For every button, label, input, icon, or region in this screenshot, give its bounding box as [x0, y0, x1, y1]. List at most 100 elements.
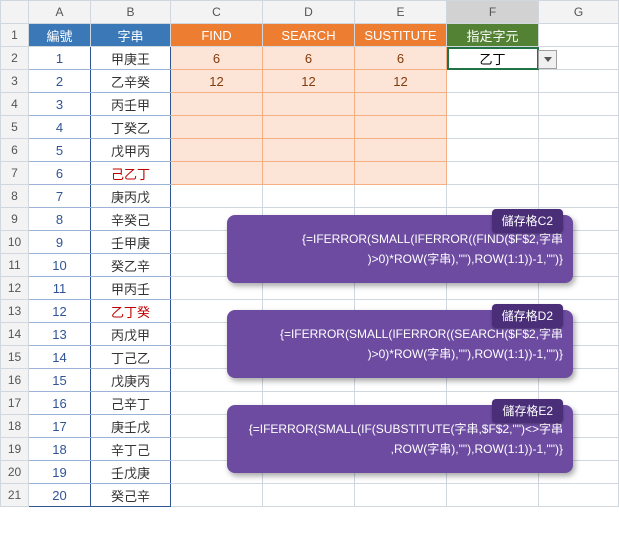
cell-B[interactable]: 甲庚王 — [91, 47, 171, 70]
cell-D[interactable] — [263, 93, 355, 116]
cell-B[interactable]: 辛丁己 — [91, 438, 171, 461]
col-header-D[interactable]: D — [263, 1, 355, 24]
cell-A[interactable]: 3 — [29, 93, 91, 116]
cell-A[interactable]: 20 — [29, 484, 91, 507]
cell-E[interactable] — [355, 484, 447, 507]
cell-B[interactable]: 戊甲丙 — [91, 139, 171, 162]
cell-C[interactable] — [171, 162, 263, 185]
cell-D[interactable]: 6 — [263, 47, 355, 70]
cell-C[interactable] — [171, 116, 263, 139]
cell[interactable] — [539, 116, 619, 139]
cell-C[interactable] — [171, 185, 263, 208]
cell-E[interactable] — [355, 162, 447, 185]
cell-B[interactable]: 丙戊甲 — [91, 323, 171, 346]
cell-D[interactable]: 12 — [263, 70, 355, 93]
cell-A[interactable]: 19 — [29, 461, 91, 484]
row-header[interactable]: 7 — [1, 162, 29, 185]
row-header[interactable]: 15 — [1, 346, 29, 369]
col-header-B[interactable]: B — [91, 1, 171, 24]
row-header[interactable]: 19 — [1, 438, 29, 461]
cell-E[interactable]: 12 — [355, 70, 447, 93]
cell-D[interactable] — [263, 185, 355, 208]
cell-A[interactable]: 16 — [29, 392, 91, 415]
row-header[interactable]: 6 — [1, 139, 29, 162]
row-header[interactable]: 5 — [1, 116, 29, 139]
cell[interactable] — [539, 70, 619, 93]
cell[interactable] — [447, 139, 539, 162]
row-header[interactable]: 14 — [1, 323, 29, 346]
cell-B[interactable]: 丁己乙 — [91, 346, 171, 369]
cell[interactable] — [447, 116, 539, 139]
cell-B[interactable]: 壬甲庚 — [91, 231, 171, 254]
cell-D[interactable] — [263, 139, 355, 162]
header-cell-E[interactable]: SUSTITUTE — [355, 24, 447, 47]
cell[interactable] — [447, 484, 539, 507]
cell[interactable] — [539, 185, 619, 208]
cell-B[interactable]: 乙丁癸 — [91, 300, 171, 323]
row-header[interactable]: 20 — [1, 461, 29, 484]
row-header[interactable]: 4 — [1, 93, 29, 116]
cell-C[interactable]: 6 — [171, 47, 263, 70]
cell-E[interactable]: 6 — [355, 47, 447, 70]
row-header[interactable]: 12 — [1, 277, 29, 300]
cell[interactable] — [447, 70, 539, 93]
row-header[interactable]: 16 — [1, 369, 29, 392]
cell-B[interactable]: 戊庚丙 — [91, 369, 171, 392]
cell[interactable] — [447, 185, 539, 208]
cell-B[interactable]: 癸乙辛 — [91, 254, 171, 277]
cell[interactable] — [539, 484, 619, 507]
col-header-G[interactable]: G — [539, 1, 619, 24]
row-header[interactable]: 10 — [1, 231, 29, 254]
cell-B[interactable]: 甲丙壬 — [91, 277, 171, 300]
cell-D[interactable] — [263, 162, 355, 185]
cell-A[interactable]: 18 — [29, 438, 91, 461]
row-header[interactable]: 13 — [1, 300, 29, 323]
cell[interactable] — [539, 93, 619, 116]
cell-A[interactable]: 14 — [29, 346, 91, 369]
cell[interactable] — [539, 162, 619, 185]
cell-A[interactable]: 8 — [29, 208, 91, 231]
col-header-C[interactable]: C — [171, 1, 263, 24]
cell-C[interactable] — [171, 484, 263, 507]
cell[interactable] — [539, 24, 619, 47]
header-cell-C[interactable]: FIND — [171, 24, 263, 47]
row-header[interactable]: 17 — [1, 392, 29, 415]
cell-C[interactable] — [171, 139, 263, 162]
cell-A[interactable]: 7 — [29, 185, 91, 208]
dropdown-icon[interactable] — [538, 50, 557, 69]
header-cell-B[interactable]: 字串 — [91, 24, 171, 47]
cell-A[interactable]: 5 — [29, 139, 91, 162]
cell-A[interactable]: 11 — [29, 277, 91, 300]
cell-A[interactable]: 4 — [29, 116, 91, 139]
cell-A[interactable]: 2 — [29, 70, 91, 93]
col-header-E[interactable]: E — [355, 1, 447, 24]
cell-F2[interactable]: 乙丁 — [447, 47, 539, 70]
cell-B[interactable]: 庚丙戊 — [91, 185, 171, 208]
cell-E[interactable] — [355, 139, 447, 162]
select-all-corner[interactable] — [1, 1, 29, 24]
cell-B[interactable]: 壬戊庚 — [91, 461, 171, 484]
row-header[interactable]: 2 — [1, 47, 29, 70]
header-cell-F[interactable]: 指定字元 — [447, 24, 539, 47]
row-header[interactable]: 18 — [1, 415, 29, 438]
cell-E[interactable] — [355, 116, 447, 139]
col-header-A[interactable]: A — [29, 1, 91, 24]
cell-C[interactable] — [171, 93, 263, 116]
cell-B[interactable]: 癸己辛 — [91, 484, 171, 507]
cell-A[interactable]: 12 — [29, 300, 91, 323]
row-header[interactable]: 9 — [1, 208, 29, 231]
row-header[interactable]: 8 — [1, 185, 29, 208]
row-header[interactable]: 21 — [1, 484, 29, 507]
header-cell-A[interactable]: 編號 — [29, 24, 91, 47]
cell-B[interactable]: 丙壬甲 — [91, 93, 171, 116]
cell-A[interactable]: 6 — [29, 162, 91, 185]
cell-A[interactable]: 9 — [29, 231, 91, 254]
cell-B[interactable]: 庚壬戊 — [91, 415, 171, 438]
cell-A[interactable]: 17 — [29, 415, 91, 438]
cell-A[interactable]: 15 — [29, 369, 91, 392]
cell-B[interactable]: 己乙丁 — [91, 162, 171, 185]
cell-E[interactable] — [355, 93, 447, 116]
cell[interactable] — [447, 93, 539, 116]
cell-B[interactable]: 丁癸乙 — [91, 116, 171, 139]
cell-D[interactable] — [263, 116, 355, 139]
